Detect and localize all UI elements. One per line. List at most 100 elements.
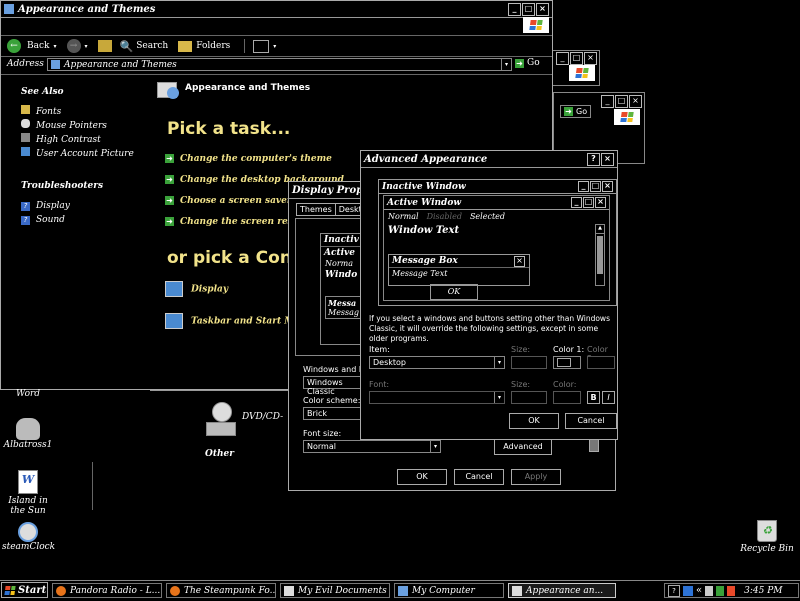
tray-icon[interactable] bbox=[716, 585, 725, 596]
go-button[interactable]: ➜ Go bbox=[515, 58, 540, 68]
apply-button[interactable]: Apply bbox=[511, 469, 561, 485]
search-icon[interactable]: 🔍 bbox=[120, 40, 134, 53]
forward-arrow-icon[interactable]: → bbox=[66, 39, 81, 53]
task-change-theme[interactable]: ➜ Change the computer's theme bbox=[165, 149, 344, 170]
taskbar-item-steampunk[interactable]: The Steampunk Fo... bbox=[166, 583, 276, 598]
explorer-titlebar[interactable]: Appearance and Themes _ □ × bbox=[1, 1, 552, 18]
preview-ok-button[interactable]: OK bbox=[430, 284, 478, 300]
tab-themes[interactable]: Themes bbox=[296, 203, 336, 216]
dvd-drive-icon[interactable] bbox=[206, 402, 236, 436]
desktop-icon-steamclock[interactable]: steamClock bbox=[2, 522, 55, 552]
preview-selected[interactable]: Selected bbox=[470, 212, 505, 221]
ok-button[interactable]: OK bbox=[397, 469, 447, 485]
font-color-picker[interactable] bbox=[553, 391, 581, 404]
taskbar-item-pandora[interactable]: Pandora Radio - L... bbox=[52, 583, 162, 598]
troubleshooter-sound[interactable]: ? Sound bbox=[21, 213, 70, 227]
up-folder-icon[interactable] bbox=[97, 40, 112, 52]
appearance-preview[interactable]: Inactive Window _ □ × Active Window _ □ … bbox=[378, 179, 617, 306]
scroll-up-icon[interactable]: ▲ bbox=[596, 225, 604, 234]
preview-normal[interactable]: Normal bbox=[388, 212, 419, 221]
close-button[interactable]: × bbox=[536, 2, 549, 16]
taskbar-item-appearance[interactable]: Appearance an... bbox=[508, 583, 616, 598]
close-button[interactable]: × bbox=[595, 197, 606, 208]
dropdown-arrow-icon[interactable]: ▾ bbox=[430, 441, 440, 452]
close-button[interactable]: × bbox=[601, 152, 614, 166]
preview-scrollbar[interactable]: ▲ bbox=[595, 224, 605, 286]
dvd-drive-label[interactable]: DVD/CD- bbox=[242, 412, 283, 422]
font-select[interactable]: ▾ bbox=[369, 391, 505, 404]
close-button[interactable]: × bbox=[629, 95, 642, 108]
see-also-item-account[interactable]: User Account Picture bbox=[21, 147, 134, 161]
dropdown-arrow-icon[interactable]: ▾ bbox=[494, 357, 504, 368]
advanced-appearance-dialog[interactable]: Advanced Appearance ? × Inactive Window … bbox=[360, 150, 618, 440]
see-also-item-contrast[interactable]: High Contrast bbox=[21, 133, 134, 147]
address-input[interactable]: Appearance and Themes ▾ bbox=[47, 58, 512, 71]
minimize-button[interactable]: _ bbox=[571, 197, 582, 208]
desktop-icon-island[interactable]: W Island in the Sun bbox=[2, 470, 54, 516]
preview-message-box[interactable]: Message Box Message Text × bbox=[388, 254, 530, 286]
advanced-appearance-titlebar[interactable]: Advanced Appearance ? × bbox=[361, 151, 617, 168]
back-button[interactable]: Back bbox=[27, 41, 49, 51]
close-button[interactable]: × bbox=[602, 181, 613, 192]
color2-picker[interactable] bbox=[587, 356, 615, 369]
show-hidden-icons-button[interactable]: « bbox=[696, 585, 702, 596]
address-dropdown-icon[interactable]: ▾ bbox=[501, 59, 511, 70]
help-button[interactable]: ? bbox=[587, 152, 600, 166]
color1-picker[interactable] bbox=[553, 356, 581, 369]
network-tray-icon[interactable] bbox=[683, 585, 693, 596]
font-size-spinner[interactable] bbox=[511, 391, 547, 404]
preview-active-titlebar[interactable]: Active Window _ □ × bbox=[384, 196, 609, 210]
help-tray-icon[interactable]: ? bbox=[668, 584, 680, 597]
forward-dropdown-icon[interactable]: ▾ bbox=[85, 43, 88, 50]
see-also-item-mouse[interactable]: Mouse Pointers bbox=[21, 119, 134, 133]
views-icon[interactable] bbox=[253, 39, 270, 53]
advanced-button[interactable]: Advanced bbox=[494, 439, 552, 455]
maximize-button[interactable]: □ bbox=[583, 197, 594, 208]
windows-buttons-select[interactable]: Windows Classic bbox=[303, 376, 363, 396]
maximize-button[interactable]: □ bbox=[570, 52, 583, 65]
minimize-button[interactable]: _ bbox=[578, 181, 589, 192]
desktop-icon-word[interactable]: Word bbox=[6, 389, 50, 399]
desktop-icon-albatross[interactable]: Albatross1 bbox=[2, 418, 54, 450]
search-button[interactable]: Search bbox=[136, 41, 168, 51]
cancel-button[interactable]: Cancel bbox=[565, 413, 617, 429]
italic-button[interactable]: I bbox=[602, 391, 615, 404]
dropdown-arrow-icon[interactable]: ▾ bbox=[494, 392, 504, 403]
folders-button[interactable]: Folders bbox=[196, 41, 230, 51]
preview-active-window[interactable]: Active Window _ □ × Normal Disabled Sele… bbox=[383, 195, 610, 301]
bold-button[interactable]: B bbox=[587, 391, 600, 404]
scroll-thumb[interactable] bbox=[597, 236, 603, 274]
go-button[interactable]: ➜ Go bbox=[560, 105, 592, 118]
preview-window-text[interactable]: Window Text bbox=[384, 223, 609, 238]
taskbar-item-documents[interactable]: My Evil Documents bbox=[280, 583, 390, 598]
cancel-button[interactable]: Cancel bbox=[454, 469, 504, 485]
views-dropdown-icon[interactable]: ▾ bbox=[273, 43, 276, 50]
maximize-button[interactable]: □ bbox=[522, 2, 535, 16]
preview-disabled[interactable]: Disabled bbox=[427, 212, 462, 221]
clock[interactable]: 3:45 PM bbox=[744, 586, 782, 596]
back-dropdown-icon[interactable]: ▾ bbox=[53, 43, 56, 50]
maximize-button[interactable]: □ bbox=[590, 181, 601, 192]
minimize-button[interactable]: _ bbox=[508, 2, 521, 16]
maximize-button[interactable]: □ bbox=[615, 95, 628, 108]
close-button[interactable]: × bbox=[584, 52, 597, 65]
close-button[interactable]: × bbox=[514, 256, 525, 267]
troubleshooter-display[interactable]: ? Display bbox=[21, 199, 70, 213]
volume-tray-icon[interactable] bbox=[705, 585, 714, 596]
back-arrow-icon[interactable]: ← bbox=[7, 39, 21, 53]
desktop-icon-recycle-bin[interactable]: ♻ Recycle Bin bbox=[738, 520, 796, 554]
font-size-select[interactable]: Normal ▾ bbox=[303, 440, 441, 453]
taskbar-item-my-computer[interactable]: My Computer bbox=[394, 583, 504, 598]
folders-icon[interactable] bbox=[178, 40, 193, 52]
ok-button[interactable]: OK bbox=[509, 413, 559, 429]
cp-item-taskbar[interactable]: Taskbar and Start M bbox=[165, 313, 294, 329]
item-select[interactable]: Desktop ▾ bbox=[369, 356, 505, 369]
size-spinner[interactable] bbox=[511, 356, 547, 369]
minimize-button[interactable]: _ bbox=[556, 52, 569, 65]
start-button[interactable]: Start bbox=[1, 582, 48, 598]
see-also-item-fonts[interactable]: Fonts bbox=[21, 105, 134, 119]
preview-inactive-titlebar[interactable]: Inactive Window _ □ × bbox=[379, 180, 616, 194]
minimize-button[interactable]: _ bbox=[601, 95, 614, 108]
color-scheme-select[interactable]: Brick bbox=[303, 407, 363, 420]
cp-item-display[interactable]: Display bbox=[165, 281, 228, 297]
